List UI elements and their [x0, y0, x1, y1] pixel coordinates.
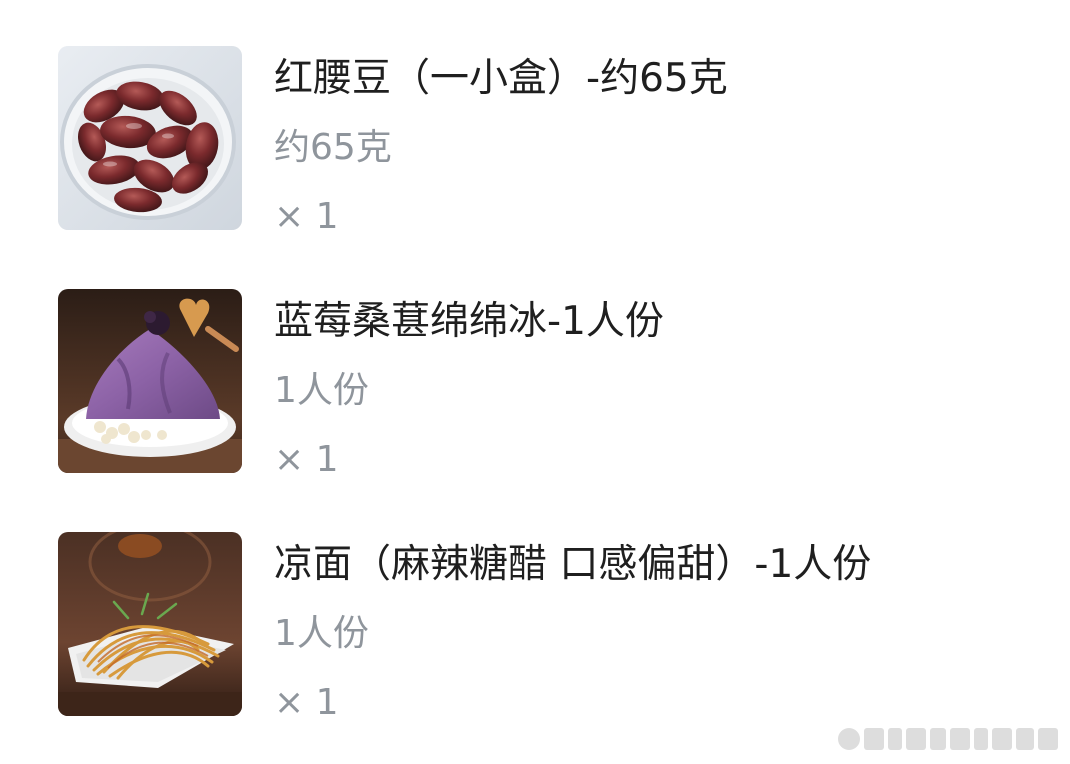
item-name[interactable]: 凉面（麻辣糖醋 口感偏甜）-1人份	[274, 536, 871, 594]
shaved-ice-image[interactable]	[58, 289, 242, 473]
item-quantity: × 1	[274, 196, 339, 237]
platform-watermark	[838, 728, 1058, 750]
item-name[interactable]: 蓝莓桑葚绵绵冰-1人份	[274, 293, 664, 351]
list-item[interactable]: 红腰豆（一小盒）-约65克 约65克 × 1	[58, 46, 1038, 246]
item-info: 蓝莓桑葚绵绵冰-1人份 1人份 × 1	[274, 289, 1034, 480]
list-item[interactable]: 蓝莓桑葚绵绵冰-1人份 1人份 × 1	[58, 289, 1038, 489]
cold-noodles-image[interactable]	[58, 532, 242, 716]
item-info: 红腰豆（一小盒）-约65克 约65克 × 1	[274, 46, 1034, 237]
item-spec: 1人份	[274, 370, 369, 411]
order-item-list: 红腰豆（一小盒）-约65克 约65克 × 1 蓝莓桑葚绵绵冰-1人份 1人份 ×…	[0, 0, 1070, 764]
item-quantity: × 1	[274, 439, 339, 480]
item-quantity: × 1	[274, 682, 339, 723]
item-spec: 1人份	[274, 613, 369, 654]
item-info: 凉面（麻辣糖醋 口感偏甜）-1人份 1人份 × 1	[274, 532, 1034, 723]
item-name[interactable]: 红腰豆（一小盒）-约65克	[274, 50, 728, 108]
red-kidney-beans-image[interactable]	[58, 46, 242, 230]
list-item[interactable]: 凉面（麻辣糖醋 口感偏甜）-1人份 1人份 × 1	[58, 532, 1038, 732]
item-spec: 约65克	[274, 127, 392, 168]
